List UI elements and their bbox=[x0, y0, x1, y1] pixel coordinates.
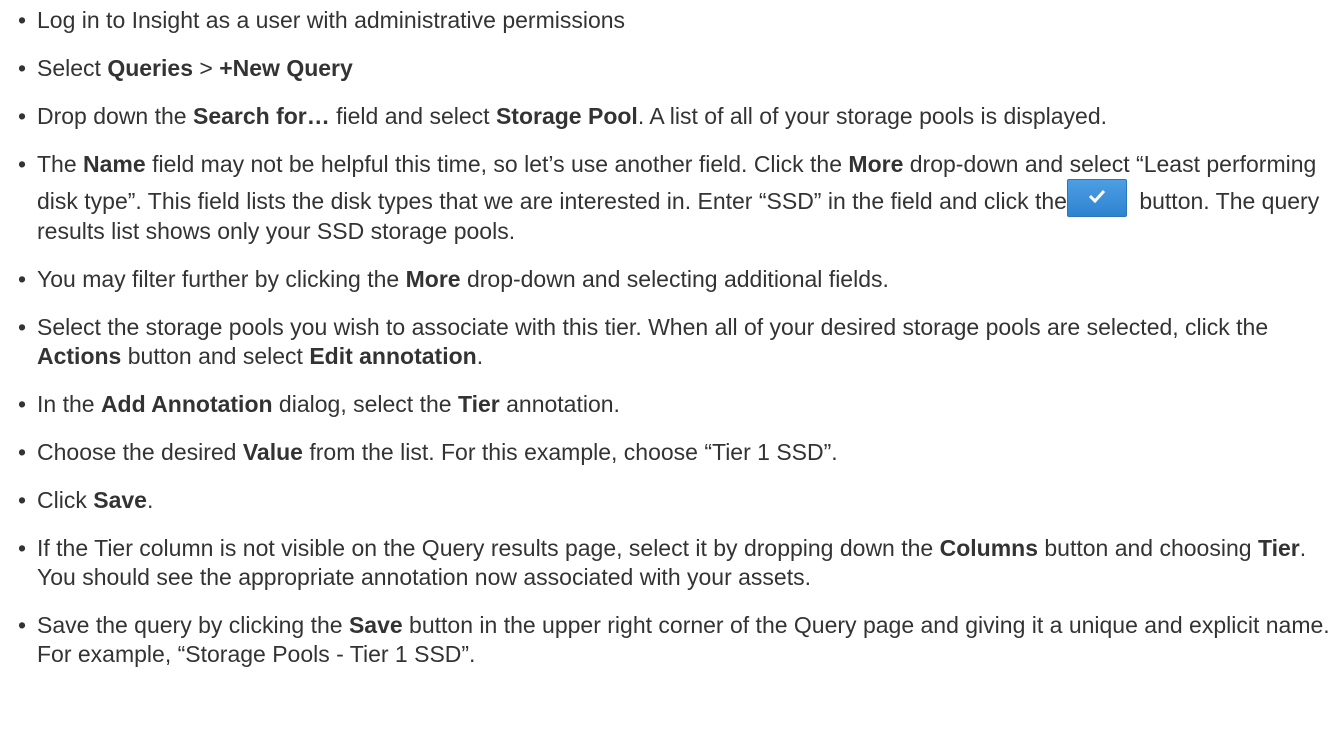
step-11-bold-save: Save bbox=[348, 612, 403, 638]
step-5-text-a: You may filter further by clicking the bbox=[37, 266, 406, 292]
step-4-text-a: The bbox=[37, 151, 84, 177]
step-2-text-c: > bbox=[192, 55, 220, 81]
step-3-text-a: Drop down the bbox=[37, 103, 193, 129]
step-3-bold-storage-pool: Storage Pool bbox=[495, 103, 638, 129]
step-2-text-a: Select bbox=[37, 55, 108, 81]
step-7-bold-add-annotation: Add Annotation bbox=[100, 391, 273, 417]
step-6-text-d: . bbox=[476, 343, 484, 369]
step-9: Click Save. bbox=[18, 486, 1344, 515]
step-7-text-a: In the bbox=[37, 391, 101, 417]
step-6-bold-edit-annotation: Edit annotation bbox=[309, 343, 477, 369]
step-2-bold-queries: Queries bbox=[107, 55, 193, 81]
step-2-bold-new-query: +New Query bbox=[219, 55, 353, 81]
step-8-text-a: Choose the desired bbox=[37, 439, 243, 465]
step-7: In the Add Annotation dialog, select the… bbox=[18, 390, 1344, 419]
check-icon bbox=[1088, 189, 1106, 203]
step-2: Select Queries > +New Query bbox=[18, 54, 1344, 83]
step-4-bold-name: Name bbox=[83, 151, 146, 177]
step-10: If the Tier column is not visible on the… bbox=[18, 534, 1344, 592]
step-5-text-c: drop-down and selecting additional field… bbox=[460, 266, 889, 292]
step-3-bold-search-for: Search for… bbox=[192, 103, 330, 129]
step-10-bold-tier: Tier bbox=[1257, 535, 1300, 561]
step-10-bold-columns: Columns bbox=[939, 535, 1038, 561]
step-3-text-d: . A list of all of your storage pools is… bbox=[637, 103, 1108, 129]
step-8: Choose the desired Value from the list. … bbox=[18, 438, 1344, 467]
step-6: Select the storage pools you wish to ass… bbox=[18, 313, 1344, 371]
step-1: Log in to Insight as a user with adminis… bbox=[18, 6, 1344, 35]
step-8-text-c: from the list. For this example, choose … bbox=[302, 439, 838, 465]
step-11: Save the query by clicking the Save butt… bbox=[18, 611, 1344, 669]
step-8-bold-value: Value bbox=[242, 439, 303, 465]
step-4-bold-more: More bbox=[848, 151, 904, 177]
step-3-text-c: field and select bbox=[329, 103, 496, 129]
apply-check-button[interactable] bbox=[1066, 179, 1127, 217]
step-6-bold-actions: Actions bbox=[37, 343, 122, 369]
step-5: You may filter further by clicking the M… bbox=[18, 265, 1344, 294]
instruction-list: Log in to Insight as a user with adminis… bbox=[0, 0, 1344, 669]
step-7-bold-tier: Tier bbox=[457, 391, 500, 417]
step-11-text-a: Save the query by clicking the bbox=[37, 612, 349, 638]
step-5-bold-more: More bbox=[405, 266, 461, 292]
step-9-bold-save: Save bbox=[93, 487, 147, 513]
step-4: The Name field may not be helpful this t… bbox=[18, 150, 1344, 246]
step-10-text-c: button and choosing bbox=[1037, 535, 1258, 561]
step-9-text-c: . bbox=[146, 487, 154, 513]
step-9-text-a: Click bbox=[37, 487, 94, 513]
step-6-text-a: Select the storage pools you wish to ass… bbox=[37, 314, 1269, 340]
step-4-text-c: field may not be helpful this time, so l… bbox=[145, 151, 849, 177]
step-7-text-c: dialog, select the bbox=[272, 391, 458, 417]
step-6-text-c: button and select bbox=[121, 343, 310, 369]
step-3: Drop down the Search for… field and sele… bbox=[18, 102, 1344, 131]
step-1-text: Log in to Insight as a user with adminis… bbox=[37, 7, 626, 33]
step-10-text-a: If the Tier column is not visible on the… bbox=[37, 535, 940, 561]
step-7-text-d: annotation. bbox=[499, 391, 620, 417]
